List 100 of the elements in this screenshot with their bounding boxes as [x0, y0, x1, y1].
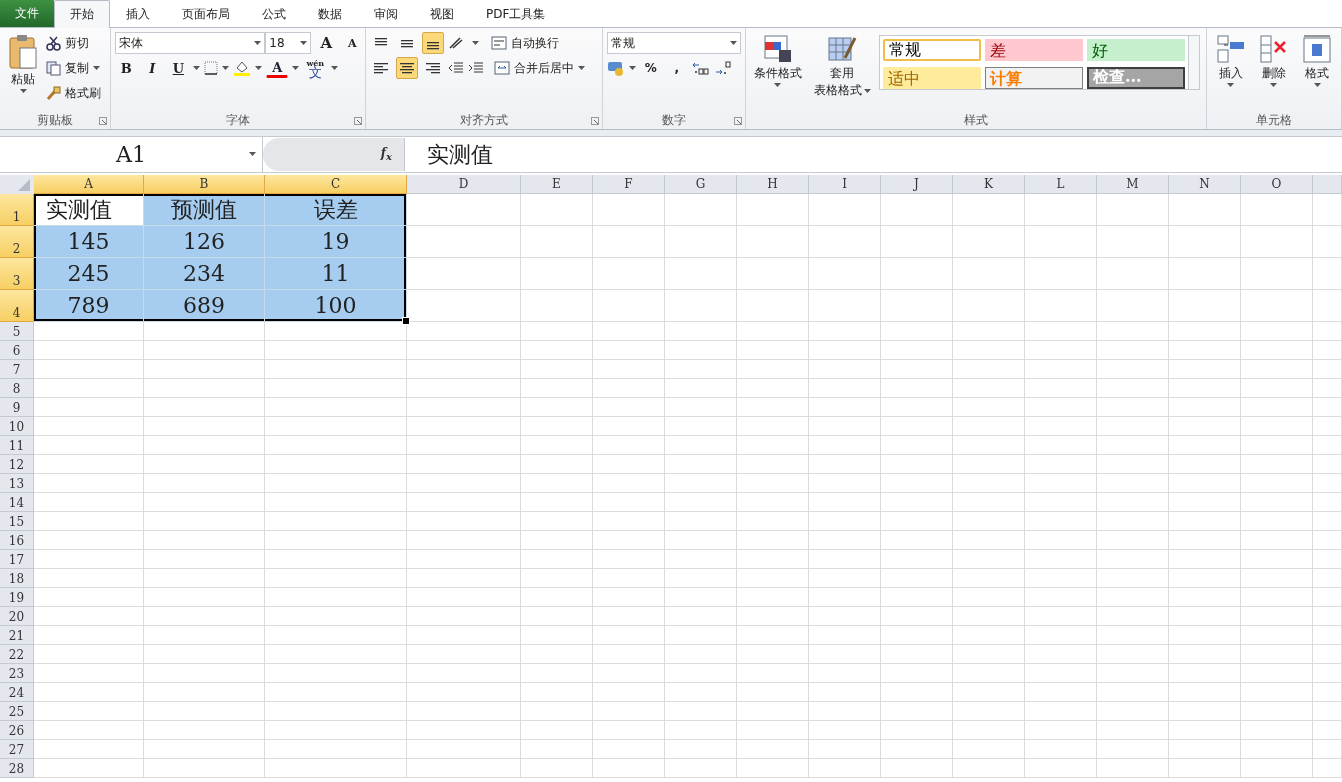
paste-button[interactable]: 粘贴	[4, 32, 42, 111]
row-header[interactable]: 17	[0, 550, 34, 569]
column-header[interactable]: B	[144, 175, 265, 194]
horizontal-align-button[interactable]	[396, 57, 419, 79]
row-header[interactable]: 6	[0, 341, 34, 360]
column-header[interactable]: A	[34, 175, 144, 194]
dialog-launcher-icon[interactable]	[99, 117, 108, 125]
column-header[interactable]: J	[881, 175, 953, 194]
column-header[interactable]: C	[265, 175, 407, 194]
column-header[interactable]: G	[665, 175, 737, 194]
number-style-button[interactable]: %	[639, 57, 662, 79]
column-header[interactable]: M	[1097, 175, 1169, 194]
ribbon-tab[interactable]: PDF工具集	[470, 0, 562, 27]
fill-color-icon[interactable]	[233, 60, 252, 76]
caret-icon	[292, 66, 300, 70]
column-header[interactable]: O	[1241, 175, 1313, 194]
ribbon-tab[interactable]: 数据	[302, 0, 358, 27]
row-header[interactable]: 5	[0, 322, 34, 341]
column-header[interactable]: K	[953, 175, 1025, 194]
row-header[interactable]: 24	[0, 683, 34, 702]
dialog-launcher-icon[interactable]	[733, 117, 742, 125]
increase-indent-icon[interactable]	[468, 61, 485, 75]
cell-style-option[interactable]: 差	[984, 39, 1083, 61]
phonetic-button[interactable]: wén 文	[303, 57, 328, 79]
column-header[interactable]: N	[1169, 175, 1241, 194]
row-header[interactable]: 10	[0, 417, 34, 436]
row-header[interactable]: 12	[0, 455, 34, 474]
row-header[interactable]: 18	[0, 569, 34, 588]
number-format-field[interactable]: 常规	[606, 32, 741, 54]
row-header[interactable]: 26	[0, 721, 34, 740]
merge-center-button[interactable]: 合并后居中	[494, 57, 586, 79]
cells-button[interactable]: 格式	[1297, 32, 1337, 111]
column-header[interactable]: E	[521, 175, 593, 194]
font-style-button[interactable]: B	[115, 57, 138, 79]
ribbon-tab[interactable]: 页面布局	[166, 0, 246, 27]
clipboard-button[interactable]: 复制	[46, 57, 101, 79]
row-header[interactable]: 15	[0, 512, 34, 531]
wrap-text-button[interactable]: 自动换行	[491, 32, 560, 54]
dialog-launcher-icon[interactable]	[354, 117, 363, 125]
cell-style-option[interactable]: 常规	[882, 39, 981, 61]
conditional-format-button[interactable]: 条件格式	[749, 32, 806, 111]
row-header[interactable]: 14	[0, 493, 34, 512]
row-header[interactable]: 3	[0, 258, 34, 290]
insert-function-button[interactable]: f$_{x}$	[380, 146, 392, 163]
row-header[interactable]: 23	[0, 664, 34, 683]
cells-button[interactable]: 删除	[1254, 32, 1294, 111]
row-header[interactable]: 25	[0, 702, 34, 721]
vertical-align-button[interactable]	[422, 32, 445, 54]
shrink-font-button[interactable]: A	[341, 32, 364, 54]
row-header[interactable]: 9	[0, 398, 34, 417]
font-name-field[interactable]: 宋体	[115, 32, 266, 54]
formula-field[interactable]: 实测值	[405, 139, 493, 170]
ribbon-tab[interactable]: 审阅	[358, 0, 414, 27]
row-header[interactable]: 13	[0, 474, 34, 493]
ribbon-tab[interactable]: 公式	[246, 0, 302, 27]
dialog-launcher-icon[interactable]	[590, 117, 599, 125]
column-header[interactable]: F	[593, 175, 665, 194]
name-box[interactable]: A1	[0, 137, 263, 172]
grow-font-button[interactable]: A	[315, 32, 338, 54]
ribbon-tab[interactable]: 开始	[54, 0, 110, 28]
font-size-field[interactable]: 18	[265, 32, 312, 54]
clipboard-button[interactable]: 剪切	[46, 32, 101, 54]
decrease-decimal-icon[interactable]	[713, 61, 732, 75]
fill-handle[interactable]	[402, 317, 410, 325]
increase-decimal-icon[interactable]	[691, 61, 710, 75]
ribbon-tab[interactable]: 视图	[414, 0, 470, 27]
ribbon-tab[interactable]: 插入	[110, 0, 166, 27]
row-header[interactable]: 20	[0, 607, 34, 626]
font-style-button[interactable]: I	[141, 57, 164, 79]
table-cell: 789	[34, 290, 144, 322]
row-header[interactable]: 21	[0, 626, 34, 645]
column-header[interactable]: D	[407, 175, 521, 194]
font-color-button[interactable]: A	[266, 58, 289, 78]
decrease-indent-icon[interactable]	[448, 61, 465, 75]
row-header[interactable]: 2	[0, 226, 34, 258]
row-header[interactable]: 1	[0, 194, 34, 226]
cells-button[interactable]: 插入	[1211, 32, 1251, 111]
column-header[interactable]: H	[737, 175, 809, 194]
row-header[interactable]: 8	[0, 379, 34, 398]
table-format-button[interactable]: 套用 表格格式	[809, 32, 875, 111]
border-icon[interactable]	[204, 61, 219, 75]
column-header[interactable]: L	[1025, 175, 1097, 194]
file-tab[interactable]: 文件	[0, 0, 54, 27]
row-header[interactable]: 4	[0, 290, 34, 322]
cell-style-option[interactable]: 好	[1086, 39, 1185, 61]
cell-style-option[interactable]: 适中	[882, 67, 981, 89]
currency-icon[interactable]	[606, 60, 625, 76]
caret-icon	[93, 66, 100, 70]
clipboard-button[interactable]: 格式刷	[46, 82, 101, 104]
row-header[interactable]: 7	[0, 360, 34, 379]
row-header[interactable]: 19	[0, 588, 34, 607]
table-cell: 145	[34, 226, 144, 258]
row-header[interactable]: 27	[0, 740, 34, 759]
number-style-button[interactable]: ,	[665, 57, 688, 79]
row-header[interactable]: 16	[0, 531, 34, 550]
font-style-button[interactable]: U	[167, 57, 190, 79]
column-header[interactable]: I	[809, 175, 881, 194]
row-header[interactable]: 28	[0, 759, 34, 778]
row-header[interactable]: 11	[0, 436, 34, 455]
row-header[interactable]: 22	[0, 645, 34, 664]
